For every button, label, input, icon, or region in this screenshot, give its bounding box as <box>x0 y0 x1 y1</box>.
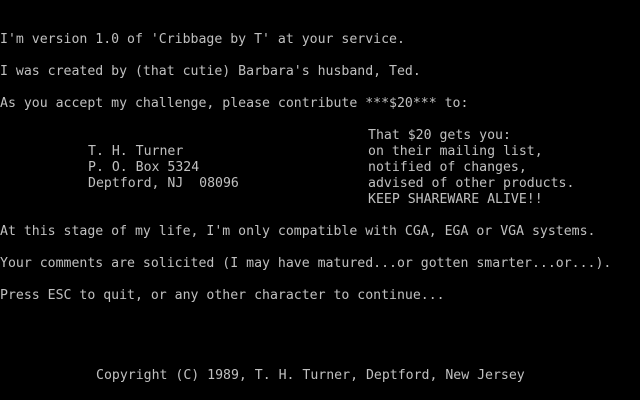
creator-text: I was created by (that cutie) Barbara's … <box>0 64 421 79</box>
benefits-heading: That $20 gets you: <box>368 128 511 143</box>
address-po-box: P. O. Box 5324 <box>88 160 200 175</box>
benefit-item: on their mailing list, <box>368 144 543 159</box>
version-text: I'm version 1.0 of 'Cribbage by T' at yo… <box>0 32 405 47</box>
benefit-item: advised of other products. <box>368 176 575 191</box>
comments-text: Your comments are solicited (I may have … <box>0 256 612 271</box>
benefit-item: notified of changes, <box>368 160 527 175</box>
address-city: Deptford, NJ 08096 <box>88 176 239 191</box>
shareware-slogan: KEEP SHAREWARE ALIVE!! <box>368 192 543 207</box>
continue-prompt: Press ESC to quit, or any other characte… <box>0 288 445 303</box>
challenge-text: As you accept my challenge, please contr… <box>0 96 469 111</box>
copyright-footer: Copyright (C) 1989, T. H. Turner, Deptfo… <box>96 368 525 383</box>
address-name: T. H. Turner <box>88 144 184 159</box>
splash-screen[interactable]: I'm version 1.0 of 'Cribbage by T' at yo… <box>0 0 640 400</box>
compatibility-text: At this stage of my life, I'm only compa… <box>0 224 596 239</box>
